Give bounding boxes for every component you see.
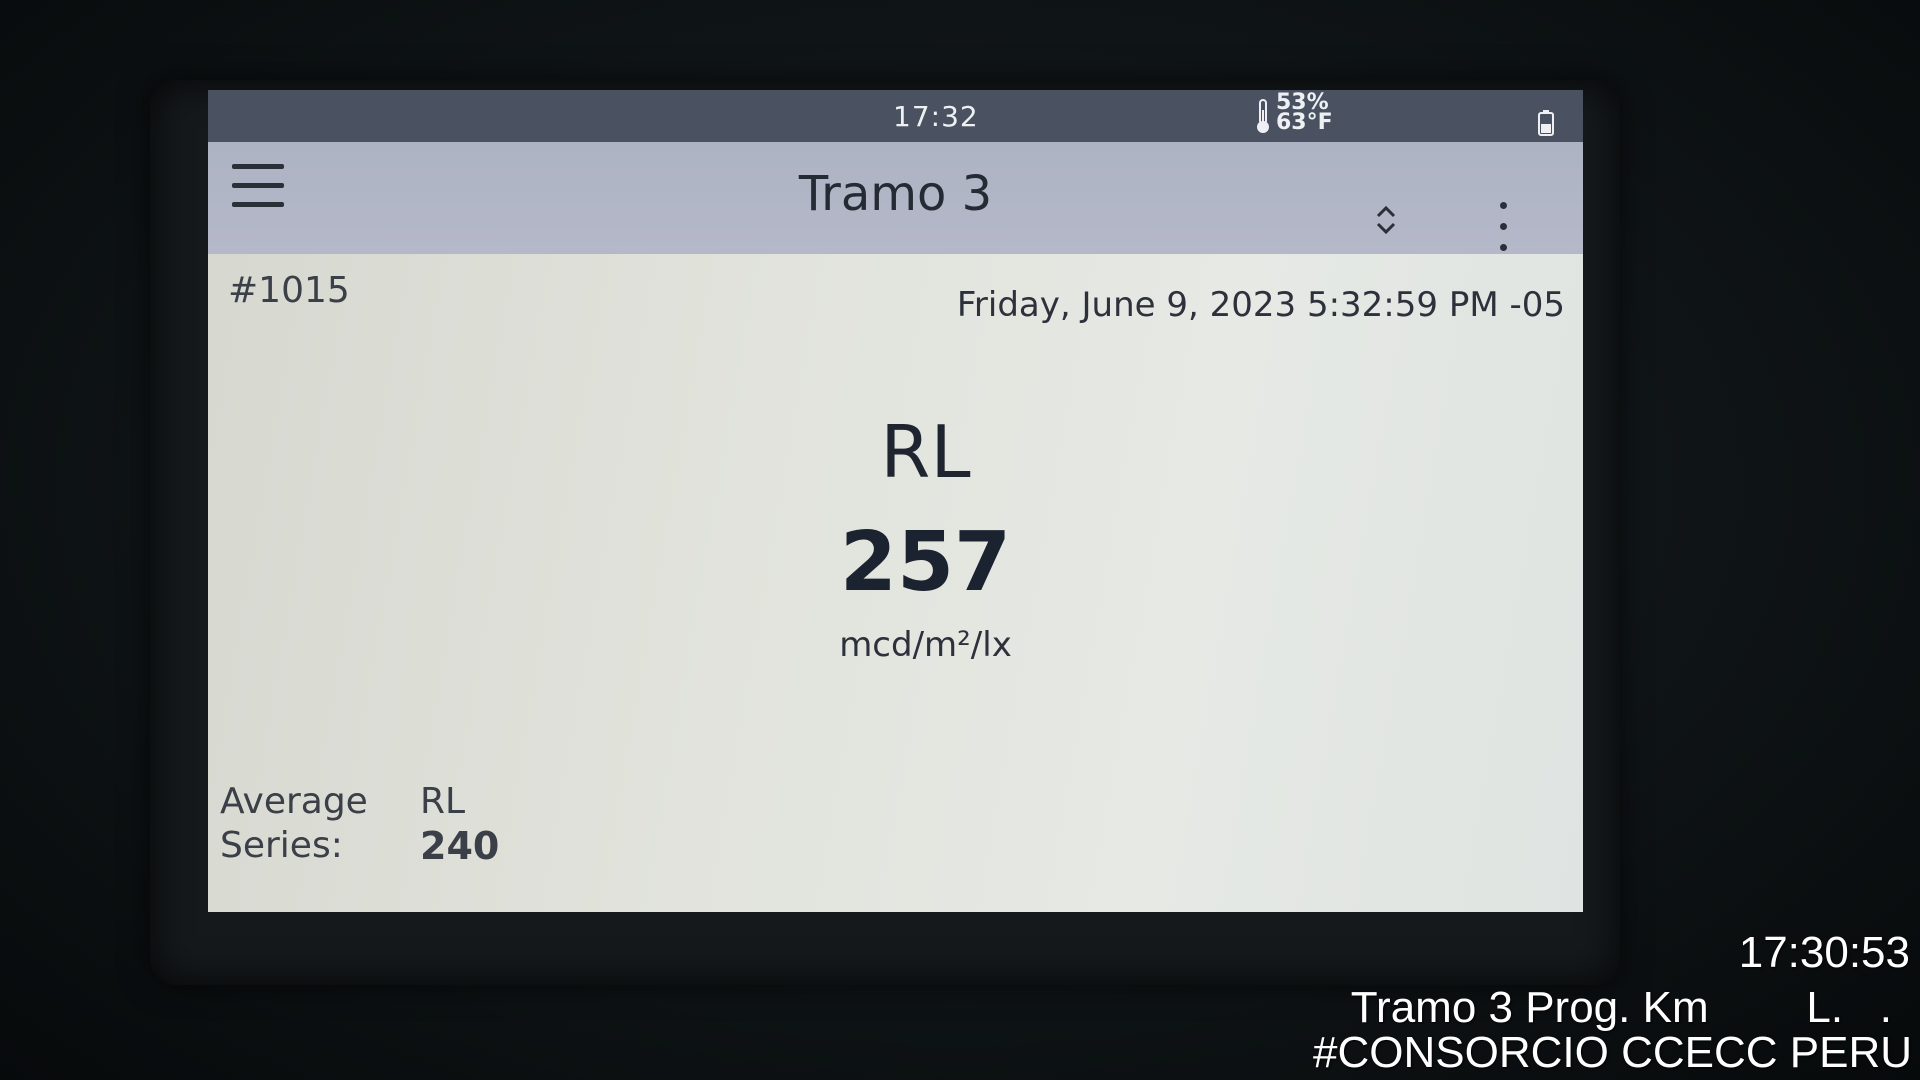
status-temperature: 63°F xyxy=(1276,110,1333,135)
average-label: RL xyxy=(420,781,466,822)
app-bar: Tramo 3 xyxy=(208,142,1583,254)
status-time: 17:32 xyxy=(893,100,979,133)
photo-company-overlay: #CONSORCIO CCECC PERU xyxy=(1313,1028,1912,1077)
device-screen: 17:32 53% 63°F Tramo 3 #1015 Friday, Jun… xyxy=(208,90,1583,912)
photo-location-overlay: Tramo 3 Prog. Km L. . xyxy=(1350,983,1892,1032)
camera-photo-background: 17:32 53% 63°F Tramo 3 #1015 Friday, Jun… xyxy=(0,0,1920,1080)
chevron-up-down-icon[interactable] xyxy=(1373,202,1399,238)
series-caption: Series: xyxy=(220,825,343,866)
status-bar: 17:32 53% 63°F xyxy=(208,90,1583,142)
thermometer-icon xyxy=(1257,99,1269,133)
average-value: 240 xyxy=(420,824,500,868)
photo-timestamp-overlay: 17:30:53 xyxy=(1738,928,1910,977)
measurement-label: RL xyxy=(880,410,971,494)
average-caption: Average xyxy=(220,781,368,822)
record-number: #1015 xyxy=(228,270,350,311)
measurement-value: 257 xyxy=(839,515,1012,610)
measurement-unit: mcd/m²/lx xyxy=(839,625,1012,665)
battery-icon xyxy=(1538,110,1554,136)
more-vertical-icon[interactable] xyxy=(1498,202,1510,258)
measurement-timestamp: Friday, June 9, 2023 5:32:59 PM -05 xyxy=(956,285,1565,325)
